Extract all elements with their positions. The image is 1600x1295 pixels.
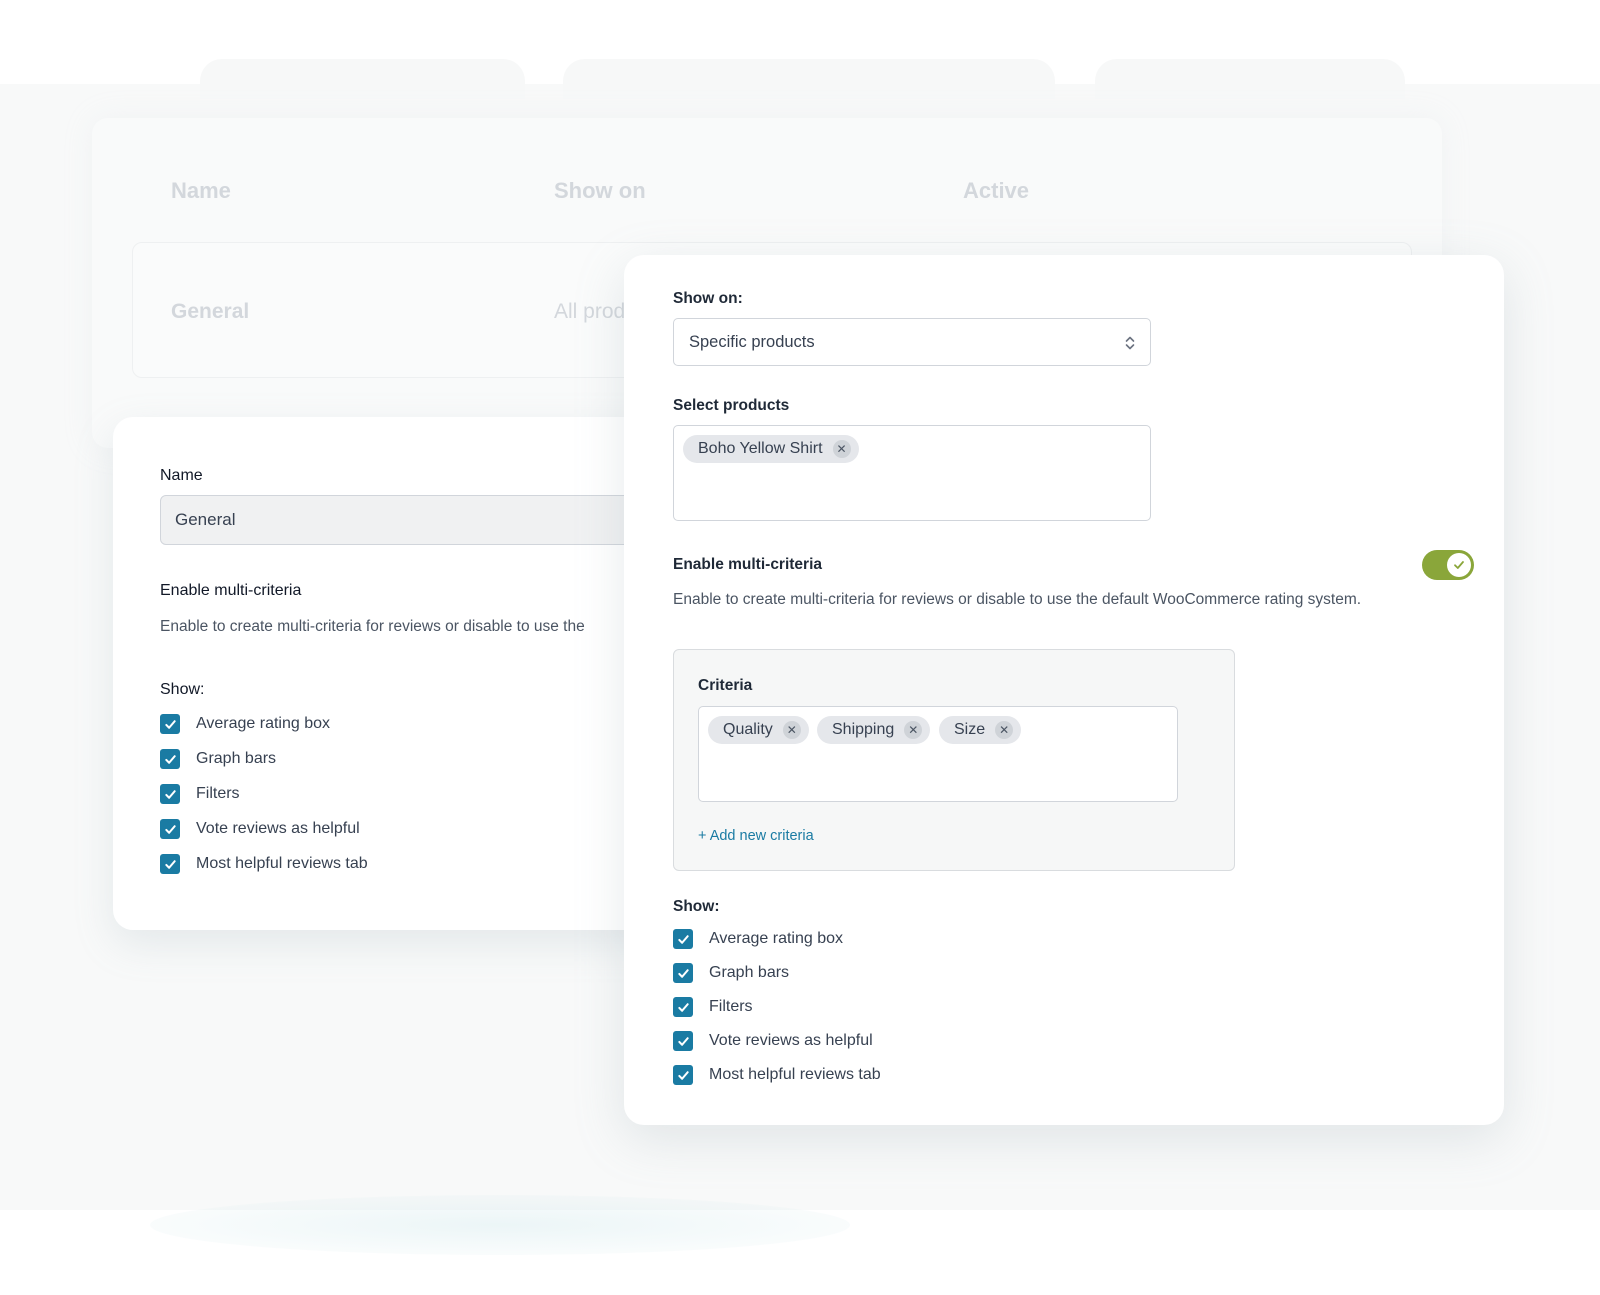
row-show-on: All prod xyxy=(554,300,626,323)
product-chip: Boho Yellow Shirt ✕ xyxy=(683,435,859,463)
close-icon[interactable]: ✕ xyxy=(782,721,801,739)
show-label: Show: xyxy=(160,681,205,698)
multi-criteria-toggle[interactable] xyxy=(1422,550,1474,580)
multi-criteria-label: Enable multi-criteria xyxy=(673,556,823,573)
multi-criteria-label: Enable multi-criteria xyxy=(160,582,302,599)
checkbox-label: Most helpful reviews tab xyxy=(196,855,368,872)
checkbox-label: Average rating box xyxy=(196,715,331,732)
checkbox-graph-bars[interactable]: Graph bars xyxy=(160,748,276,770)
checkbox-label: Graph bars xyxy=(196,750,277,767)
check-icon[interactable] xyxy=(673,963,693,983)
chip-label: Quality xyxy=(723,721,773,738)
show-label: Show: xyxy=(673,898,720,915)
criteria-chip-shipping: Shipping ✕ xyxy=(817,716,931,744)
check-icon[interactable] xyxy=(673,997,693,1017)
check-icon[interactable] xyxy=(673,1031,693,1051)
chevron-up-down-icon xyxy=(1125,336,1135,350)
toggle-knob xyxy=(1447,553,1471,577)
close-icon[interactable]: ✕ xyxy=(832,440,851,458)
checkbox-average-rating-box[interactable]: Average rating box xyxy=(673,928,843,950)
checkbox-label: Vote reviews as helpful xyxy=(709,1032,873,1049)
check-icon[interactable] xyxy=(160,784,180,804)
checkbox-label: Average rating box xyxy=(709,930,844,947)
checkbox-graph-bars[interactable]: Graph bars xyxy=(673,962,789,984)
checkbox-average-rating-box[interactable]: Average rating box xyxy=(160,713,330,735)
criteria-label: Criteria xyxy=(698,677,753,694)
check-icon[interactable] xyxy=(673,929,693,949)
check-icon[interactable] xyxy=(160,854,180,874)
criteria-chip-size: Size ✕ xyxy=(939,716,1022,744)
check-icon[interactable] xyxy=(673,1065,693,1085)
background-glow xyxy=(150,1195,850,1255)
checkbox-label: Filters xyxy=(196,785,240,802)
column-header-name: Name xyxy=(171,178,231,203)
criteria-chip-quality: Quality ✕ xyxy=(708,716,809,744)
show-on-select-value: Specific products xyxy=(689,332,815,351)
left-settings-panel: Name General Enable multi-criteria Enabl… xyxy=(113,417,713,930)
background-tab xyxy=(1095,59,1405,99)
show-on-label: Show on: xyxy=(673,290,743,307)
right-settings-panel: Show on: Specific products Select produc… xyxy=(624,255,1504,1125)
select-products-label: Select products xyxy=(673,397,790,414)
column-header-active: Active xyxy=(963,178,1030,203)
multi-criteria-description: Enable to create multi-criteria for revi… xyxy=(673,591,1362,608)
checkbox-label: Most helpful reviews tab xyxy=(709,1066,881,1083)
checkbox-label: Graph bars xyxy=(709,964,790,981)
checkbox-most-helpful-tab[interactable]: Most helpful reviews tab xyxy=(160,853,368,875)
select-products-input[interactable]: Boho Yellow Shirt ✕ xyxy=(673,425,1151,521)
check-icon[interactable] xyxy=(160,714,180,734)
criteria-section: Criteria Quality ✕ Shipping ✕ Size ✕ + A… xyxy=(673,649,1235,871)
background-tab xyxy=(200,59,525,99)
criteria-input[interactable]: Quality ✕ Shipping ✕ Size ✕ xyxy=(698,706,1178,802)
column-header-show-on: Show on xyxy=(554,178,646,203)
checkbox-label: Vote reviews as helpful xyxy=(196,820,360,837)
checkbox-most-helpful-tab[interactable]: Most helpful reviews tab xyxy=(673,1064,881,1086)
close-icon[interactable]: ✕ xyxy=(995,721,1014,739)
checkbox-filters[interactable]: Filters xyxy=(673,996,753,1018)
checkbox-label: Filters xyxy=(709,998,753,1015)
add-criteria-link[interactable]: + Add new criteria xyxy=(698,828,814,844)
close-icon[interactable]: ✕ xyxy=(904,721,923,739)
chip-label: Boho Yellow Shirt xyxy=(698,440,823,457)
check-icon xyxy=(1454,561,1464,569)
show-on-select[interactable]: Specific products xyxy=(673,318,1151,366)
background-tab xyxy=(563,59,1055,99)
chip-label: Size xyxy=(954,721,986,738)
check-icon[interactable] xyxy=(160,749,180,769)
name-label: Name xyxy=(160,467,203,484)
checkbox-vote-reviews-helpful[interactable]: Vote reviews as helpful xyxy=(673,1030,873,1052)
checkbox-filters[interactable]: Filters xyxy=(160,783,240,805)
row-name: General xyxy=(171,300,250,323)
multi-criteria-description: Enable to create multi-criteria for revi… xyxy=(160,618,585,635)
checkbox-vote-reviews-helpful[interactable]: Vote reviews as helpful xyxy=(160,818,360,840)
chip-label: Shipping xyxy=(832,721,895,738)
check-icon[interactable] xyxy=(160,819,180,839)
name-input-value: General xyxy=(175,510,236,529)
